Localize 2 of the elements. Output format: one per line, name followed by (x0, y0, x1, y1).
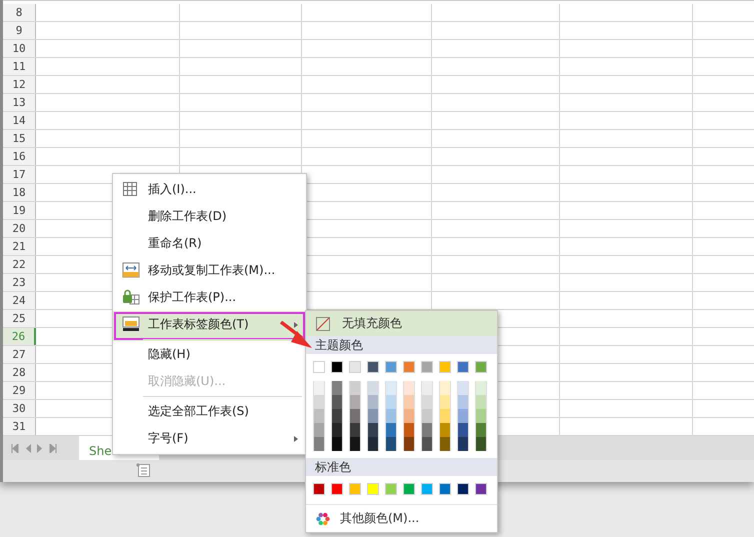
section-header: 主题颜色 (306, 336, 497, 354)
section-header: 标准色 (306, 458, 497, 476)
